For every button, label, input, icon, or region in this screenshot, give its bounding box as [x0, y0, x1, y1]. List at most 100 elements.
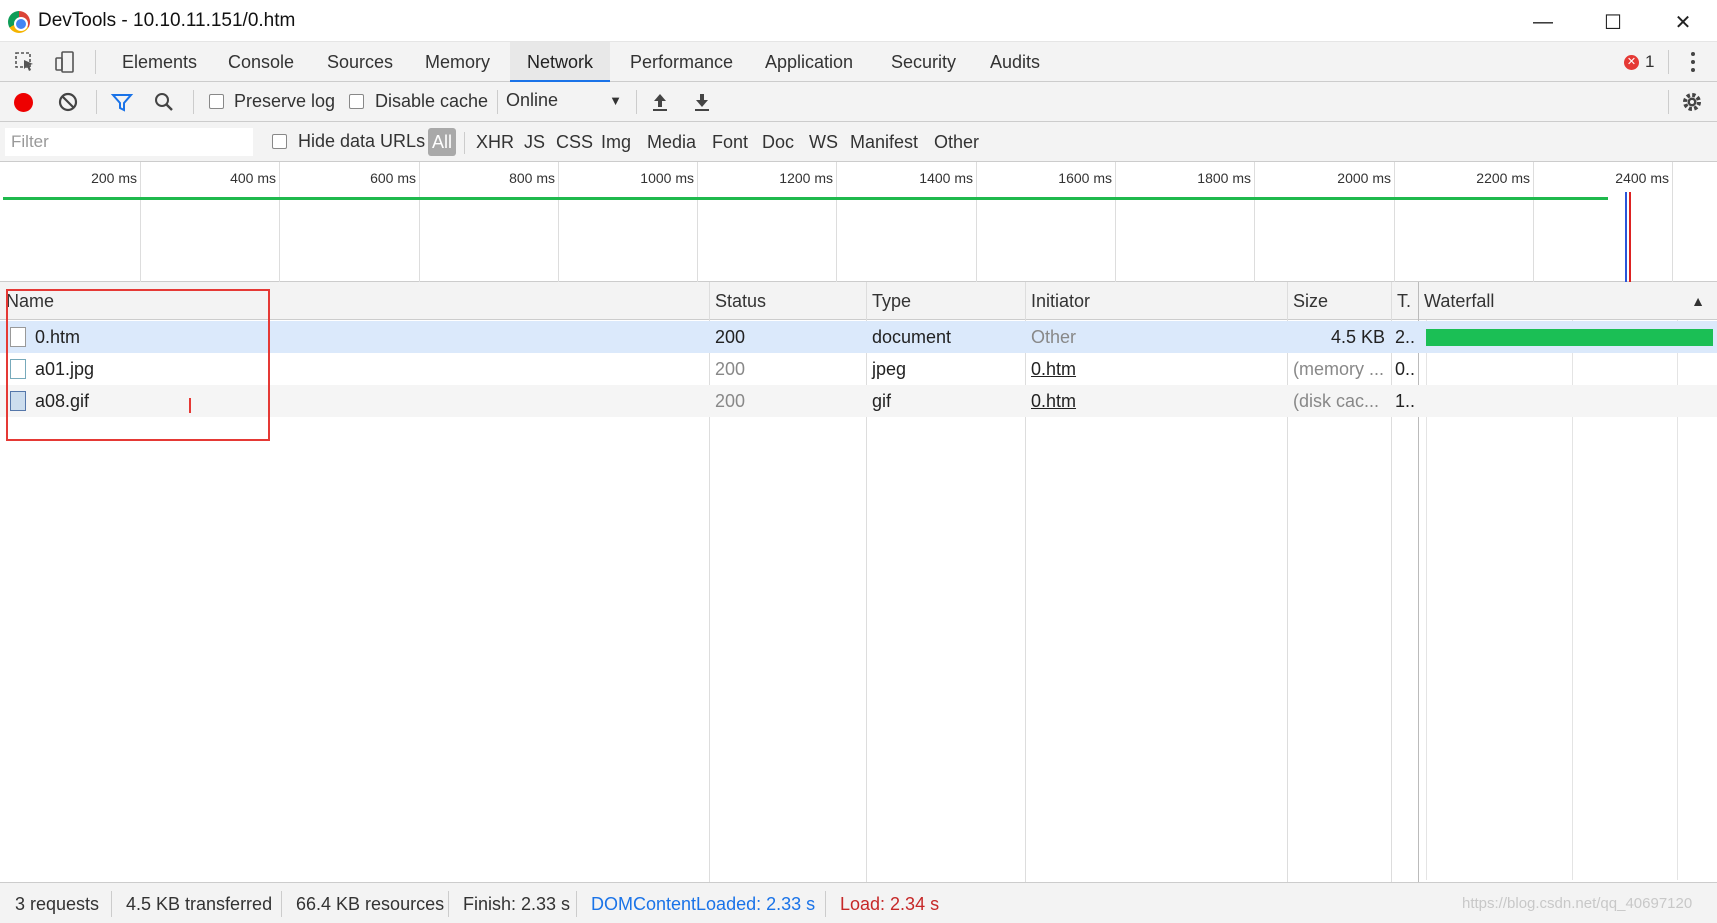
settings-gear-icon[interactable]: [1680, 90, 1704, 114]
error-count: 1: [1645, 52, 1655, 71]
filter-input[interactable]: [5, 128, 253, 156]
request-type: document: [872, 327, 952, 347]
type-filter-css[interactable]: CSS: [552, 128, 597, 156]
request-size: (memory ...: [1293, 359, 1385, 379]
overview-gridline: [1394, 162, 1395, 282]
chrome-logo-icon: [8, 11, 30, 33]
throttling-select[interactable]: Online ▼: [506, 90, 622, 114]
inspect-element-icon[interactable]: [12, 50, 38, 74]
overview-gridline: [140, 162, 141, 282]
request-status: 200: [715, 359, 746, 379]
type-filter-doc[interactable]: Doc: [758, 128, 798, 156]
filter-icon[interactable]: [110, 90, 134, 114]
overview-gridline: [836, 162, 837, 282]
toolbar-divider: [193, 90, 194, 114]
close-button[interactable]: ✕: [1660, 6, 1706, 38]
request-initiator-link[interactable]: 0.htm: [1025, 385, 1287, 417]
type-filter-ws[interactable]: WS: [805, 128, 842, 156]
tab-audits[interactable]: Audits: [984, 42, 1046, 82]
hide-data-urls-label: Hide data URLs: [298, 131, 426, 151]
tab-application[interactable]: Application: [759, 42, 859, 82]
domcontentloaded-marker: [1625, 192, 1627, 282]
overview-gridline: [419, 162, 420, 282]
type-filter-all[interactable]: All: [428, 128, 457, 156]
overview-tick-label: 1000 ms: [640, 170, 694, 186]
overview-tick-label: 1800 ms: [1197, 170, 1251, 186]
column-header-type[interactable]: Type: [866, 282, 1025, 320]
summary-domcontentloaded: DOMContentLoaded: 2.33 s: [591, 894, 816, 914]
maximize-button[interactable]: ☐: [1590, 6, 1636, 38]
request-status: 200: [715, 391, 746, 411]
load-marker: [1629, 192, 1631, 282]
summary-divider: [111, 891, 112, 917]
sort-ascending-icon: ▲: [1691, 293, 1705, 309]
device-toolbar-icon[interactable]: [52, 50, 78, 74]
clear-icon[interactable]: [56, 90, 80, 114]
request-initiator: Other: [1031, 327, 1077, 347]
request-status: 200: [715, 327, 746, 347]
waterfall-bar: [1426, 329, 1713, 346]
column-header-status[interactable]: Status: [709, 282, 866, 320]
type-filter-media[interactable]: Media: [643, 128, 700, 156]
tab-elements[interactable]: Elements: [116, 42, 203, 82]
column-header-time[interactable]: T.: [1391, 282, 1418, 320]
import-har-icon[interactable]: [648, 90, 672, 114]
type-filter-js[interactable]: JS: [520, 128, 549, 156]
overview-gridline: [976, 162, 977, 282]
summary-divider: [448, 891, 449, 917]
preserve-log-label: Preserve log: [234, 91, 336, 111]
tab-sources[interactable]: Sources: [321, 42, 399, 82]
summary-divider: [576, 891, 577, 917]
overview-request-bar: [3, 197, 1608, 200]
annotation-highlight-box: [6, 289, 270, 441]
tab-console[interactable]: Console: [222, 42, 300, 82]
network-summary-bar: 3 requests 4.5 KB transferred 66.4 KB re…: [0, 882, 1717, 923]
search-icon[interactable]: [152, 90, 176, 114]
tab-security[interactable]: Security: [885, 42, 962, 82]
toolbar-divider: [497, 90, 498, 114]
error-counter[interactable]: ✕ 1: [1624, 52, 1654, 72]
disable-cache-checkbox[interactable]: [349, 94, 364, 109]
request-time: 1..: [1395, 391, 1416, 411]
disable-cache-label: Disable cache: [375, 91, 489, 111]
toolbar-divider: [636, 90, 637, 114]
window-titlebar: DevTools - 10.10.11.151/0.htm — ☐ ✕: [0, 0, 1717, 42]
summary-load: Load: 2.34 s: [840, 894, 940, 914]
type-filter-xhr[interactable]: XHR: [472, 128, 518, 156]
column-header-waterfall[interactable]: Waterfall ▲: [1418, 282, 1717, 320]
toolbar-divider: [1668, 90, 1669, 114]
window-title: DevTools - 10.10.11.151/0.htm: [38, 10, 296, 31]
minimize-button[interactable]: —: [1520, 6, 1566, 38]
tab-memory[interactable]: Memory: [419, 42, 496, 82]
dropdown-arrow-icon: ▼: [609, 93, 622, 108]
overview-gridline: [279, 162, 280, 282]
toolbar-divider: [96, 90, 97, 114]
column-header-size[interactable]: Size: [1287, 282, 1391, 320]
filter-bar: Hide data URLs All XHR JS CSS Img Media …: [0, 122, 1717, 162]
type-filter-img[interactable]: Img: [597, 128, 635, 156]
column-header-initiator[interactable]: Initiator: [1025, 282, 1287, 320]
devtools-tabs-bar: Elements Console Sources Memory Network …: [0, 42, 1717, 82]
network-overview[interactable]: 200 ms 400 ms 600 ms 800 ms 1000 ms 1200…: [0, 162, 1717, 282]
preserve-log-checkbox[interactable]: [209, 94, 224, 109]
request-type: jpeg: [872, 359, 907, 379]
record-button[interactable]: [14, 93, 33, 112]
more-options-icon[interactable]: [1690, 50, 1696, 74]
type-filter-other[interactable]: Other: [930, 128, 983, 156]
tab-performance[interactable]: Performance: [624, 42, 739, 82]
type-filter-font[interactable]: Font: [708, 128, 752, 156]
overview-tick-label: 800 ms: [509, 170, 555, 186]
error-icon: ✕: [1624, 54, 1639, 70]
tabs-divider: [95, 50, 96, 74]
summary-resources: 66.4 KB resources: [296, 894, 445, 914]
overview-gridline: [1254, 162, 1255, 282]
type-filter-manifest[interactable]: Manifest: [846, 128, 922, 156]
overview-gridline: [697, 162, 698, 282]
request-initiator-link[interactable]: 0.htm: [1025, 353, 1287, 385]
overview-gridline: [1533, 162, 1534, 282]
tab-network[interactable]: Network: [510, 42, 611, 82]
overview-tick-label: 1600 ms: [1058, 170, 1112, 186]
export-har-icon[interactable]: [690, 90, 714, 114]
hide-data-urls-checkbox[interactable]: [272, 134, 287, 149]
request-time: 0..: [1395, 359, 1416, 379]
